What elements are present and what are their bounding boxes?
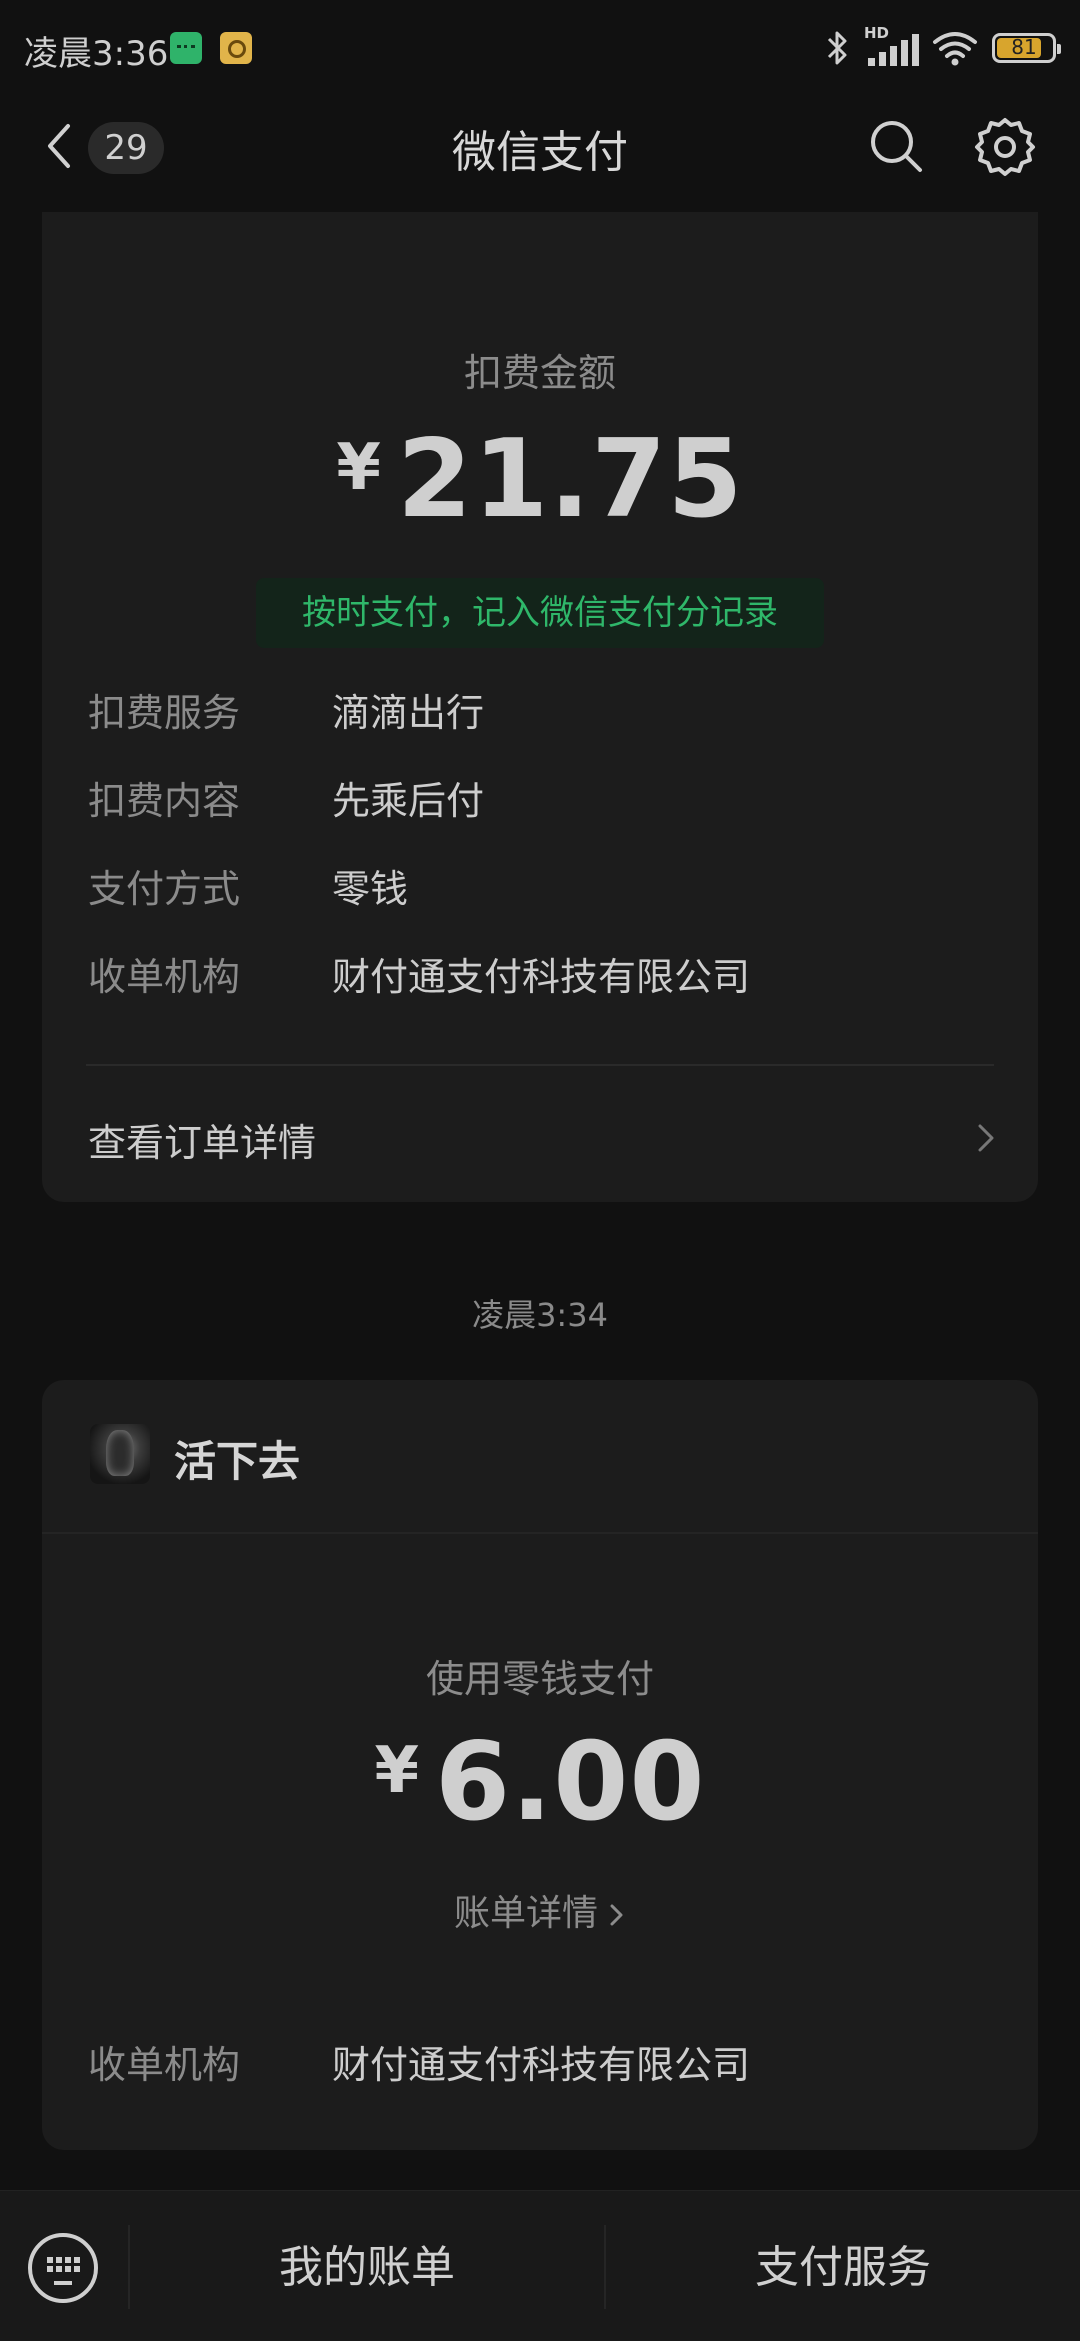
detail-key: 扣费内容: [88, 779, 241, 823]
deduction-card[interactable]: 扣费金额 ¥21.75 按时支付，记入微信支付分记录 扣费服务 滴滴出行 扣费内…: [42, 212, 1038, 1202]
message-timestamp: 凌晨3:34: [472, 1296, 608, 1334]
detail-value: 财付通支付科技有限公司: [332, 2043, 751, 2087]
detail-value: 零钱: [332, 867, 409, 911]
merchant-avatar: [90, 1424, 150, 1484]
amount-value: 6.00: [435, 1720, 706, 1845]
payment-services-menu[interactable]: 支付服务: [606, 2233, 1080, 2303]
signal-icon: HD: [864, 24, 919, 68]
bill-details-link[interactable]: 账单详情: [42, 1884, 1038, 1936]
currency-symbol: ¥: [336, 431, 381, 505]
detail-value: 滴滴出行: [332, 691, 485, 735]
detail-value: 先乘后付: [332, 779, 485, 823]
detail-value: 财付通支付科技有限公司: [332, 955, 751, 999]
gear-icon[interactable]: [974, 116, 1036, 178]
detail-row-service: 扣费服务 滴滴出行: [88, 682, 988, 742]
detail-key: 扣费服务: [88, 691, 241, 735]
card-divider: [86, 1064, 994, 1066]
status-bar: 凌晨3:36 HD 81: [0, 0, 1080, 96]
keyboard-icon[interactable]: [28, 2233, 98, 2303]
chat-app-notification-icon: [170, 32, 202, 64]
search-icon[interactable]: [868, 116, 924, 176]
chat-header: 29 微信支付: [0, 96, 1080, 212]
deduction-amount: ¥21.75: [42, 417, 1038, 542]
bottom-menu-bar: 我的账单 支付服务: [0, 2190, 1080, 2341]
currency-symbol: ¥: [374, 1734, 420, 1808]
on-time-notice: 按时支付，记入微信支付分记录: [256, 578, 824, 648]
detail-key: 收单机构: [88, 2043, 241, 2087]
bluetooth-icon: [827, 31, 847, 65]
status-time: 凌晨3:36: [24, 34, 169, 74]
detail-row-acquirer: 收单机构 财付通支付科技有限公司: [88, 946, 988, 1006]
chevron-right-icon[interactable]: [974, 1114, 998, 1162]
detail-row-content: 扣费内容 先乘后付: [88, 770, 988, 830]
payment-method-label: 使用零钱支付: [425, 1657, 654, 1701]
my-bills-menu[interactable]: 我的账单: [130, 2233, 604, 2303]
detail-row-acquirer: 收单机构 财付通支付科技有限公司: [88, 2034, 988, 2094]
card-divider: [42, 1532, 1038, 1534]
detail-key: 支付方式: [88, 867, 241, 911]
payment-card[interactable]: 活下去 使用零钱支付 ¥6.00 账单详情 收单机构 财付通支付科技有限公司: [42, 1380, 1038, 2150]
battery-icon: 81: [992, 33, 1061, 63]
deduction-amount-label: 扣费金额: [463, 351, 616, 395]
bill-details-label: 账单详情: [453, 1893, 598, 1934]
view-order-details-link[interactable]: 查看订单详情: [88, 1112, 316, 1167]
merchant-name: 活下去: [174, 1437, 301, 1486]
chevron-right-icon: [610, 1904, 623, 1926]
detail-row-method: 支付方式 零钱: [88, 858, 988, 918]
payment-amount: ¥6.00: [42, 1720, 1038, 1845]
wifi-icon: [933, 32, 977, 66]
detail-key: 收单机构: [88, 955, 241, 999]
amount-value: 21.75: [396, 417, 744, 542]
app-notification-icon: [220, 32, 252, 64]
battery-percent: 81: [1011, 35, 1037, 59]
